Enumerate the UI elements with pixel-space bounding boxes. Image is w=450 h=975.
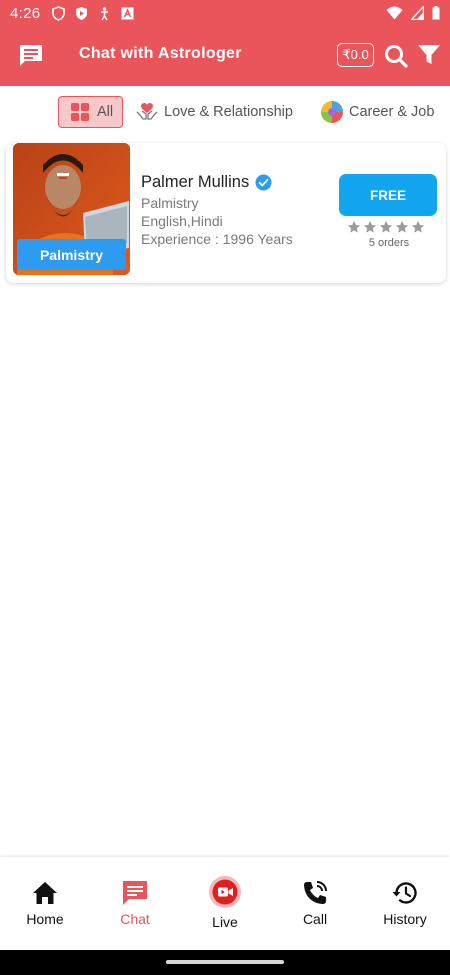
nav-label: History [383,911,427,927]
grid-icon [71,103,89,121]
shield-icon [52,5,66,21]
verified-icon [255,174,272,191]
nav-call[interactable]: Call [270,857,360,950]
history-icon [392,882,417,904]
system-gesture-bar [0,950,450,975]
category-bar: All Love & Relationship Career & Job [0,86,450,140]
career-icon [321,101,343,123]
signal-icon [411,6,424,20]
app-bar: Chat with Astrologer ₹0.0 [0,26,450,86]
font-icon [121,7,134,19]
shield-play-icon [76,6,88,20]
filter-icon[interactable] [417,44,441,66]
heart-hands-icon [136,103,158,120]
star-icon [347,220,361,233]
star-icon [379,220,393,233]
nav-label: Call [302,911,328,927]
wifi-icon [386,6,403,20]
category-label: Love & Relationship [164,104,293,120]
star-icon [363,220,377,233]
page-title: Chat with Astrologer [79,45,242,62]
star-icon [395,220,409,233]
nav-label: Chat [120,911,150,927]
astrologer-name: Palmer Mullins [141,173,272,192]
status-bar: 4:26 [0,0,450,26]
rating-stars [347,220,425,234]
free-chat-button[interactable]: FREE [339,174,437,216]
category-chip-love-relationship[interactable]: Love & Relationship [135,96,293,128]
home-gesture-handle[interactable] [166,960,284,964]
category-chip-career-job[interactable]: Career & Job [320,96,434,128]
home-icon [33,882,57,904]
chat-icon [123,881,147,905]
star-icon [411,220,425,233]
battery-icon [432,6,440,20]
nav-label: Live [212,914,238,930]
nav-label: Home [26,911,64,927]
category-label: All [97,104,114,120]
astrologer-specialty: Palmistry [141,195,199,211]
category-label: Career & Job [349,104,435,120]
astrologer-name-text: Palmer Mullins [141,173,250,191]
skill-tag: Palmistry [17,239,126,270]
search-icon[interactable] [383,43,409,69]
live-icon [209,876,241,908]
chat-icon[interactable] [18,43,44,67]
nav-home[interactable]: Home [0,857,90,950]
order-count: 5 orders [368,237,410,249]
astrologer-languages: English,Hindi [141,213,223,229]
status-time: 4:26 [10,4,41,22]
nav-chat[interactable]: Chat [90,857,180,950]
nav-live[interactable]: Live [180,857,270,950]
bottom-nav: Home Chat Live Call History [0,857,450,950]
accessibility-icon [101,6,109,20]
phone-icon [304,881,327,904]
astrologer-experience: Experience : 1996 Years [141,231,293,247]
astrologer-card[interactable]: Palmistry Palmer Mullins Palmistry Engli… [6,143,446,283]
wallet-balance-button[interactable]: ₹0.0 [337,43,374,67]
nav-history[interactable]: History [360,857,450,950]
category-chip-all[interactable]: All [58,96,123,128]
